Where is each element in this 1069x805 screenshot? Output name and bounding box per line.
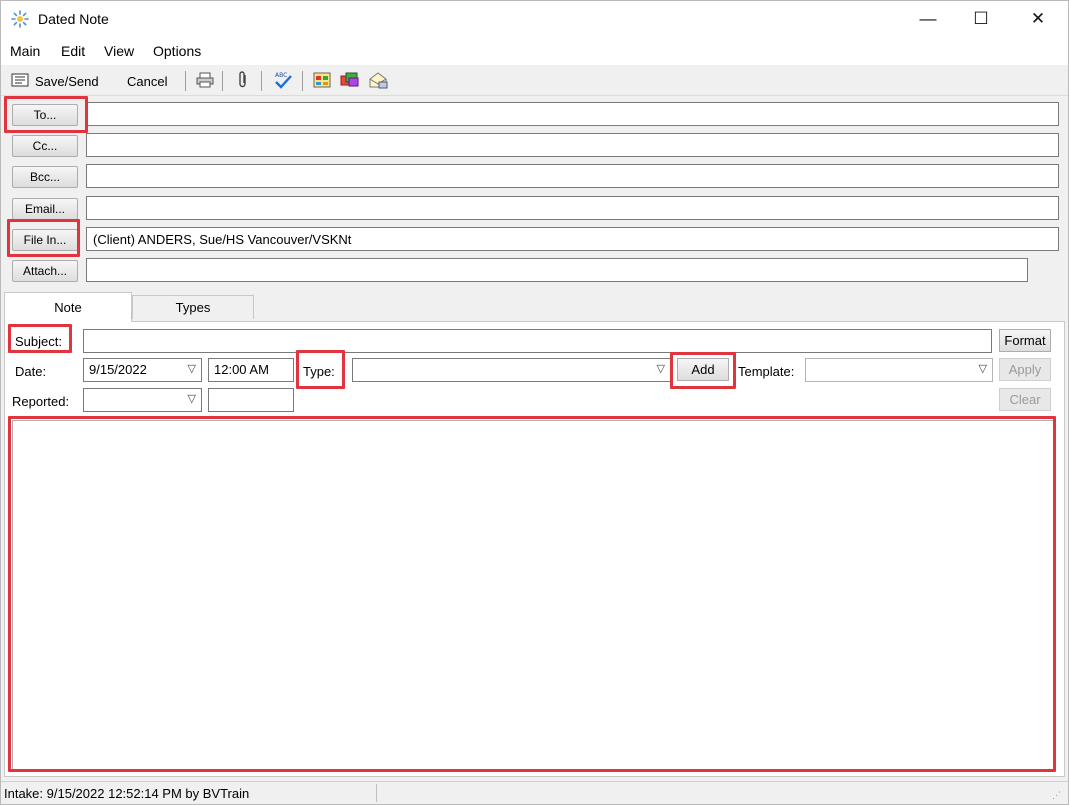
to-field[interactable]: [86, 102, 1059, 126]
email-button[interactable]: Email...: [12, 198, 78, 220]
cancel-button[interactable]: Cancel: [127, 74, 167, 89]
save-send-button[interactable]: Save/Send: [35, 74, 99, 89]
close-button[interactable]: ✕: [1015, 1, 1061, 37]
maximize-button[interactable]: ☐: [958, 1, 1004, 37]
time-input[interactable]: 12:00 AM: [208, 358, 294, 382]
menu-main[interactable]: Main: [10, 43, 40, 59]
chevron-down-icon: ▽: [656, 363, 665, 375]
attach-field[interactable]: [86, 258, 1028, 282]
format-button[interactable]: Format: [999, 329, 1051, 352]
date-value: 9/15/2022: [89, 362, 147, 377]
menu-edit[interactable]: Edit: [61, 43, 85, 59]
cards-icon[interactable]: [340, 70, 360, 90]
cc-button[interactable]: Cc...: [12, 135, 78, 157]
apply-template-button[interactable]: Apply: [999, 358, 1051, 381]
calendar-icon[interactable]: [312, 70, 332, 90]
file-in-field[interactable]: (Client) ANDERS, Sue/HS Vancouver/VSKNt: [86, 227, 1059, 251]
chevron-down-icon: ▽: [187, 393, 196, 405]
menu-options[interactable]: Options: [153, 43, 201, 59]
minimize-button[interactable]: —: [905, 1, 951, 37]
toolbar-separator: [302, 71, 303, 91]
status-separator: [376, 784, 377, 802]
attach-paperclip-icon[interactable]: [233, 70, 253, 90]
letter-icon[interactable]: [368, 70, 388, 90]
tab-note[interactable]: Note: [4, 292, 132, 322]
chevron-down-icon: ▽: [978, 363, 987, 375]
highlight-to-button: [4, 96, 88, 133]
subject-input[interactable]: [83, 329, 992, 353]
date-label: Date:: [15, 364, 47, 379]
app-sun-icon: [11, 10, 29, 28]
bcc-button[interactable]: Bcc...: [12, 166, 78, 188]
status-intake-text: Intake: 9/15/2022 12:52:14 PM by BVTrain: [4, 786, 250, 801]
spellcheck-icon[interactable]: ABC: [273, 70, 293, 90]
toolbar-separator: [185, 71, 186, 91]
highlight-note-body: [8, 416, 1056, 772]
reported-time-input[interactable]: [208, 388, 294, 412]
template-combo[interactable]: ▽: [805, 358, 993, 382]
print-icon[interactable]: [195, 70, 215, 90]
resize-grip-icon[interactable]: ⋰: [1052, 790, 1061, 801]
toolbar-separator: [222, 71, 223, 91]
svg-text:ABC: ABC: [275, 72, 287, 79]
tab-types[interactable]: Types: [132, 295, 254, 319]
cc-field[interactable]: [86, 133, 1059, 157]
date-combo[interactable]: 9/15/2022 ▽: [83, 358, 202, 382]
highlight-file-in-button: [7, 219, 80, 257]
type-combo[interactable]: ▽: [352, 358, 671, 382]
highlight-type-label: [296, 350, 345, 389]
reported-label: Reported:: [12, 394, 70, 409]
bcc-field[interactable]: [86, 164, 1059, 188]
window-title: Dated Note: [38, 11, 109, 27]
email-field[interactable]: [86, 196, 1059, 220]
highlight-subject-label: [8, 324, 72, 353]
highlight-add-button: [670, 352, 736, 389]
template-label: Template:: [738, 364, 795, 379]
attach-button[interactable]: Attach...: [12, 260, 78, 282]
save-send-icon: [10, 70, 30, 90]
toolbar-separator: [261, 71, 262, 91]
chevron-down-icon: ▽: [187, 363, 196, 375]
menu-view[interactable]: View: [104, 43, 134, 59]
reported-combo[interactable]: ▽: [83, 388, 202, 412]
clear-button[interactable]: Clear: [999, 388, 1051, 411]
